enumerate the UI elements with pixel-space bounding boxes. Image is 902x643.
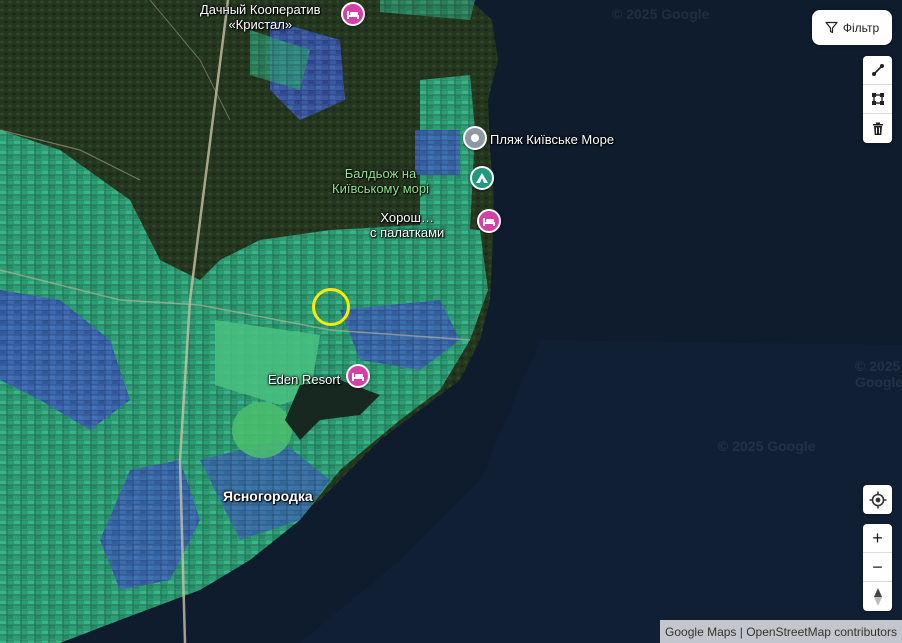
- draw-toolbar: [863, 56, 892, 143]
- google-watermark: © 2025 Google: [718, 438, 816, 454]
- trash-icon: [872, 122, 883, 135]
- hotel-icon[interactable]: [346, 364, 370, 388]
- map-attribution: Google Maps | OpenStreetMap contributors: [660, 620, 902, 643]
- filter-button-label: Фільтр: [842, 20, 880, 35]
- draw-polygon-button[interactable]: [863, 85, 892, 114]
- google-watermark: © 2025 Google: [612, 6, 710, 22]
- map-canvas[interactable]: © 2025 Google © 2025 Google © 2025 Googl…: [0, 0, 902, 643]
- place-label-khoroshe[interactable]: Хорош… с палатками: [370, 210, 444, 240]
- filter-icon: [825, 21, 838, 34]
- attribution-text[interactable]: Google Maps | OpenStreetMap contributors: [665, 625, 897, 639]
- compass-button[interactable]: [863, 582, 892, 611]
- location-icon[interactable]: [463, 126, 487, 150]
- filter-button[interactable]: Фільтр: [812, 10, 892, 45]
- delete-drawing-button[interactable]: [863, 114, 892, 143]
- compass-icon: [873, 587, 882, 606]
- place-label-yasnohorodka[interactable]: Ясногородка: [223, 489, 313, 504]
- place-label-beach[interactable]: Пляж Київське Море: [490, 132, 614, 147]
- draw-polygon-icon: [871, 93, 884, 105]
- draw-line-icon: [871, 64, 884, 76]
- place-label-baldyozh[interactable]: Балдьож на Київському морі: [332, 166, 429, 196]
- crosshair-icon: [869, 491, 886, 508]
- google-watermark: © 2025 Google: [855, 358, 902, 390]
- locate-control: [863, 485, 892, 514]
- zoom-control: + −: [863, 524, 892, 611]
- place-label-kristal[interactable]: Дачный Кооператив «Кристал»: [200, 2, 321, 32]
- zoom-in-button[interactable]: +: [863, 524, 892, 553]
- draw-line-button[interactable]: [863, 56, 892, 85]
- hotel-icon[interactable]: [477, 209, 501, 233]
- place-label-eden-resort[interactable]: Eden Resort: [268, 372, 340, 387]
- selected-location-marker[interactable]: [312, 288, 350, 326]
- satellite-imagery: [0, 0, 902, 643]
- campground-icon[interactable]: [470, 166, 494, 190]
- hotel-icon[interactable]: [341, 2, 365, 26]
- locate-me-button[interactable]: [863, 485, 892, 514]
- zoom-out-button[interactable]: −: [863, 553, 892, 582]
